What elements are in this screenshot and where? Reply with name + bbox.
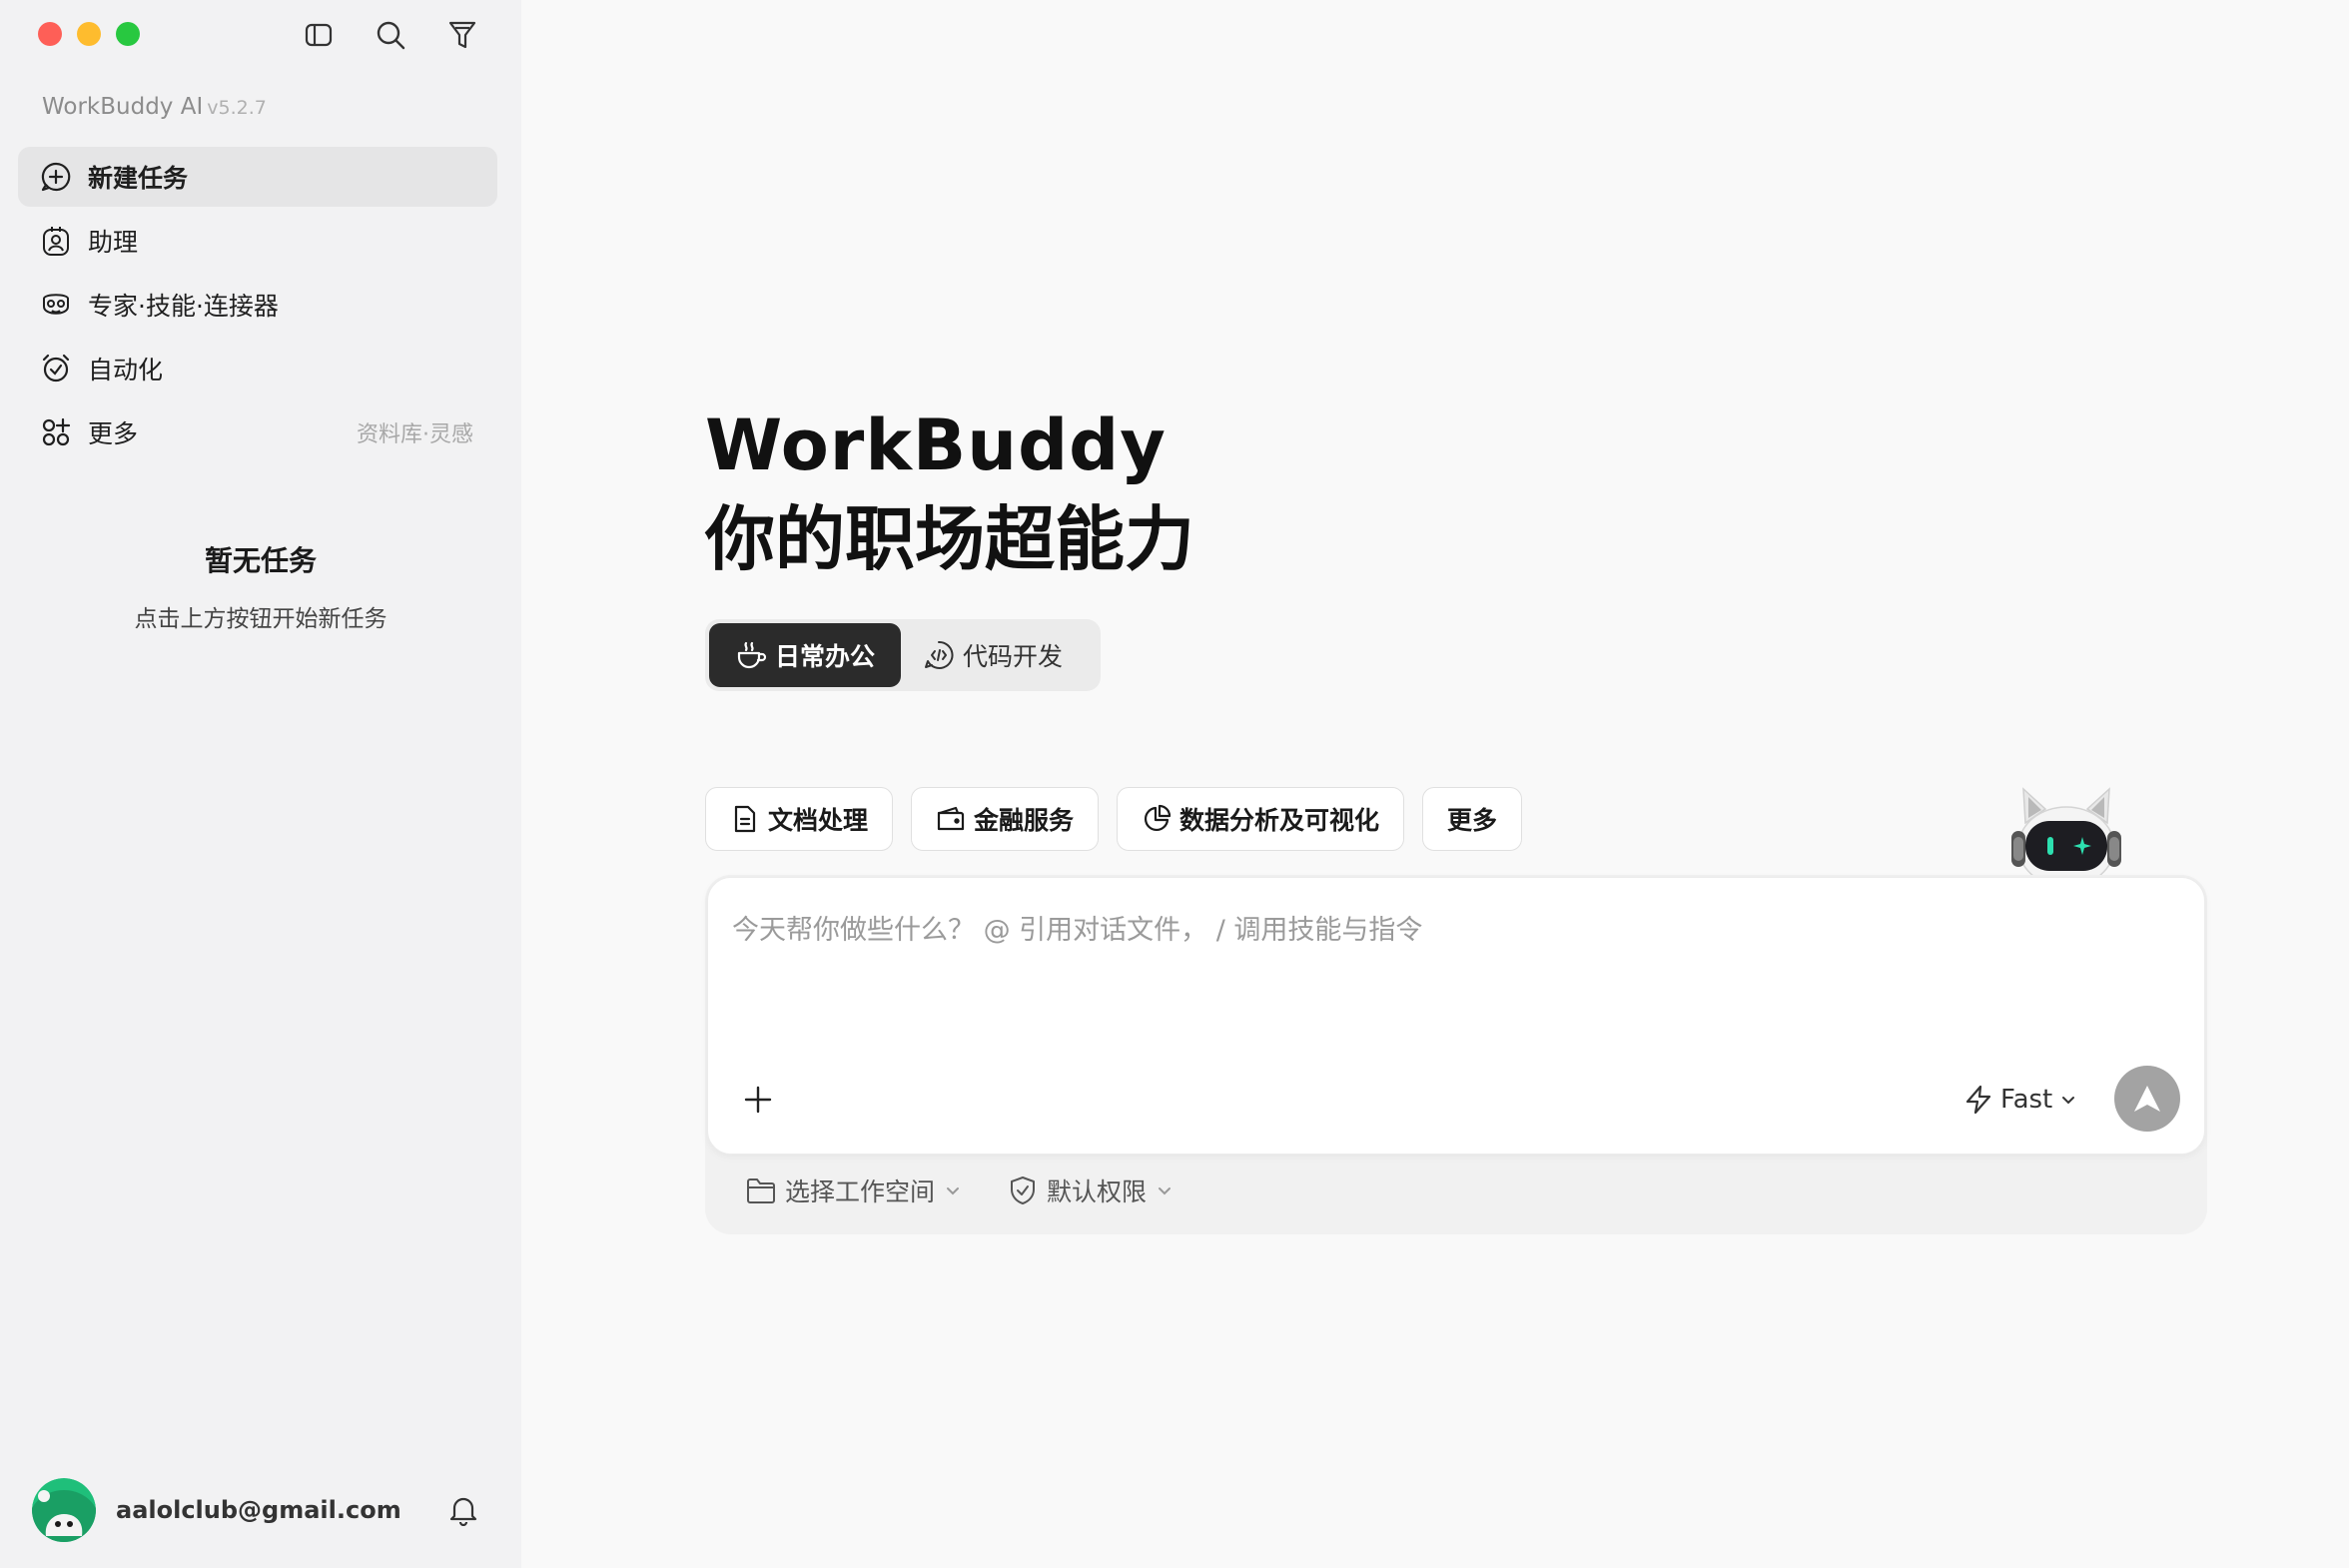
workspace-selector[interactable]: 选择工作空间 [745,1173,961,1208]
nav-label: 专家·技能·连接器 [88,292,279,321]
nav-label: 自动化 [88,356,164,385]
chip-data-analysis[interactable]: 数据分析及可视化 [1117,787,1405,851]
chip-label: 文档处理 [768,806,869,835]
plus-chat-icon [40,161,72,193]
nav-more[interactable]: 更多 资料库·灵感 [18,402,497,462]
expert-icon [40,289,72,321]
chip-label: 数据分析及可视化 [1179,806,1380,835]
sidebar-toolbar [300,16,481,54]
composer-options: 选择工作空间 默认权限 [745,1173,1173,1208]
app-name: WorkBuddy AI v5.2.7 [42,94,267,120]
mascot-robot-cat-icon [2011,787,2121,879]
mode-code-button[interactable]: 代码开发 [901,623,1085,687]
nav-experts[interactable]: 专家·技能·连接器 [18,275,497,335]
mode-label: 日常办公 [774,642,875,671]
composer-card: Fast [707,877,2205,1155]
send-button[interactable] [2114,1066,2180,1132]
bell-icon[interactable] [445,1492,481,1528]
code-icon [923,639,955,671]
maximize-window-button[interactable] [116,22,140,46]
chip-label: 金融服务 [974,806,1075,835]
wallet-icon [936,804,966,834]
close-window-button[interactable] [38,22,62,46]
quick-chips: 文档处理 金融服务 数据分析及可视化 更多 [705,787,1523,851]
sidebar: WorkBuddy AI v5.2.7 新建任务 助理 专家·技能·连接器 自动化 [0,0,521,1568]
alarm-clock-icon [40,353,72,385]
send-arrow-icon [2134,1086,2160,1112]
app-version: v5.2.7 [207,97,267,119]
user-email: aalolclub@gmail.com [116,1496,401,1524]
chip-finance[interactable]: 金融服务 [911,787,1100,851]
lightning-icon [1965,1085,1991,1115]
minimize-window-button[interactable] [77,22,101,46]
workspace-label: 选择工作空间 [785,1177,936,1206]
search-icon[interactable] [372,16,409,54]
nav-more-hint: 资料库·灵感 [357,422,473,447]
task-input[interactable] [732,908,2170,1028]
nav-assistant[interactable]: 助理 [18,211,497,271]
sidebar-nav: 新建任务 助理 专家·技能·连接器 自动化 更多 资料库·灵感 [18,147,497,466]
chip-more[interactable]: 更多 [1422,787,1523,851]
mode-label: 代码开发 [963,642,1064,671]
apps-icon [40,416,72,448]
empty-subtitle: 点击上方按钮开始新任务 [134,606,388,632]
chevron-down-icon [1159,1187,1172,1195]
page-subtitle: 你的职场超能力 [705,498,1194,580]
nav-automation[interactable]: 自动化 [18,339,497,398]
sidebar-toggle-icon[interactable] [300,16,338,54]
folder-icon [745,1175,777,1206]
app-name-text: WorkBuddy AI [42,94,204,120]
permission-label: 默认权限 [1047,1177,1148,1206]
model-label: Fast [2000,1085,2053,1115]
nav-new-task[interactable]: 新建任务 [18,147,497,207]
chevron-down-icon [947,1187,960,1195]
main-area: WorkBuddy 你的职场超能力 日常办公 代码开发 文档处理 金融服务 数据… [521,0,2349,1568]
document-icon [730,804,760,834]
mode-office-button[interactable]: 日常办公 [709,623,901,687]
model-selector[interactable]: Fast [1962,1084,2076,1116]
coffee-cup-icon [735,639,767,671]
empty-title: 暂无任务 [204,544,317,577]
composer: Fast 选择工作空间 默认权限 [705,875,2207,1234]
window-controls [38,22,140,46]
permission-selector[interactable]: 默认权限 [1007,1173,1173,1208]
shield-check-icon [1007,1175,1039,1206]
chevron-down-icon [2062,1097,2075,1105]
filter-icon[interactable] [443,16,481,54]
attach-plus-icon[interactable] [736,1078,780,1122]
chip-label: 更多 [1447,806,1498,835]
pie-chart-icon [1142,804,1172,834]
nav-label: 助理 [88,228,139,257]
page-title: WorkBuddy [705,404,1167,486]
nav-label: 新建任务 [88,164,189,193]
nav-label: 更多 [88,419,139,448]
user-profile: aalolclub@gmail.com [32,1478,481,1542]
avatar[interactable] [32,1478,96,1542]
mode-switch: 日常办公 代码开发 [705,619,1101,691]
empty-tasks: 暂无任务 点击上方按钮开始新任务 [0,539,521,633]
chip-documents[interactable]: 文档处理 [705,787,894,851]
assistant-icon [40,225,72,257]
